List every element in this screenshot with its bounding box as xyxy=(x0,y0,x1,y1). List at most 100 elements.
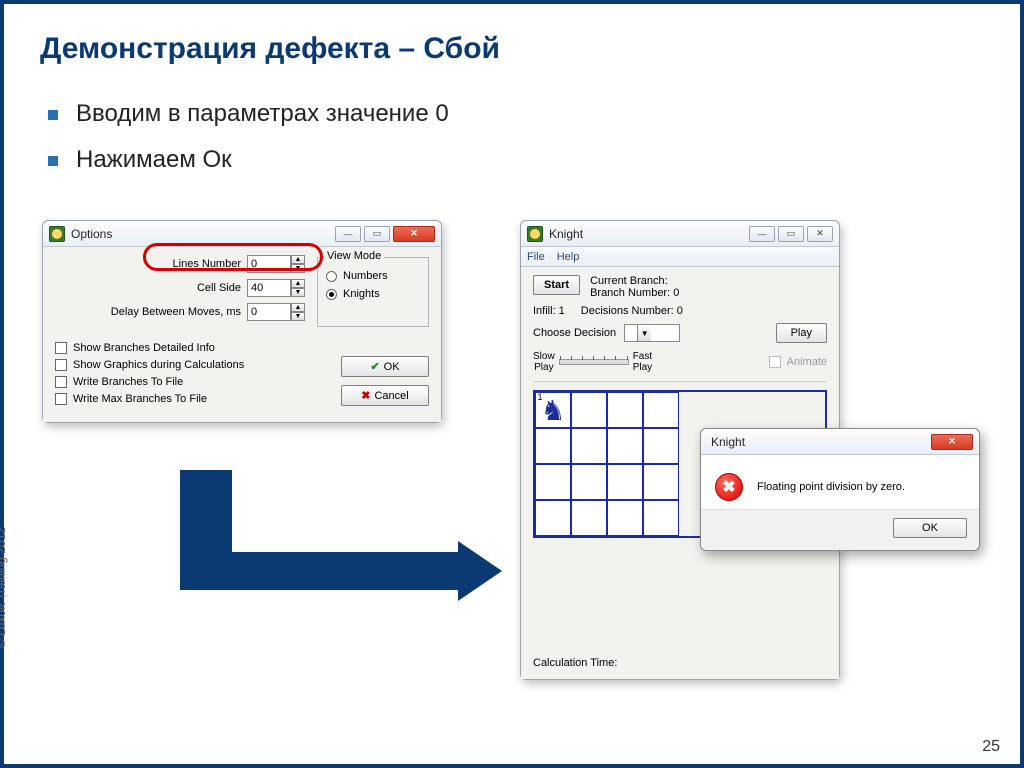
bullet-icon xyxy=(48,110,58,120)
error-message: Floating point division by zero. xyxy=(757,481,905,493)
bullet-text: Нажимаем Ок xyxy=(76,146,232,174)
choose-decision-combo[interactable]: ▼ xyxy=(624,324,680,342)
menu-help[interactable]: Help xyxy=(557,251,580,263)
cell-side-spinner[interactable]: ▲▼ xyxy=(247,279,305,297)
infill-label: Infill: 1 xyxy=(533,305,565,317)
chk-label: Write Max Branches To File xyxy=(73,393,207,405)
close-button[interactable]: ✕ xyxy=(807,226,833,242)
check-icon: ✔ xyxy=(370,360,379,373)
error-icon: ✖ xyxy=(715,473,743,501)
flow-arrow-icon xyxy=(180,470,500,670)
delay-label: Delay Between Moves, ms xyxy=(111,306,241,318)
cell-side-input[interactable] xyxy=(247,279,291,297)
maximize-button[interactable]: ▭ xyxy=(364,226,390,242)
copyright-text: © Luxoft Training 2012 xyxy=(0,527,8,648)
error-ok-button[interactable]: OK xyxy=(893,518,967,538)
cell-side-label: Cell Side xyxy=(197,282,241,294)
radio-knights[interactable]: Knights xyxy=(326,288,420,300)
chk-write-max[interactable]: Write Max Branches To File xyxy=(55,393,301,405)
spin-down-icon[interactable]: ▼ xyxy=(291,264,305,273)
error-title: Knight xyxy=(707,435,931,449)
spin-up-icon[interactable]: ▲ xyxy=(291,303,305,312)
menubar: File Help xyxy=(521,247,839,267)
delay-input[interactable] xyxy=(247,303,291,321)
lines-number-spinner[interactable]: ▲▼ xyxy=(247,255,305,273)
board-cell xyxy=(607,428,643,464)
choose-decision-label: Choose Decision xyxy=(533,327,616,339)
play-label: Play xyxy=(791,327,812,339)
maximize-button[interactable]: ▭ xyxy=(778,226,804,242)
spin-down-icon[interactable]: ▼ xyxy=(291,288,305,297)
radio-numbers[interactable]: Numbers xyxy=(326,270,420,282)
ok-label: OK xyxy=(384,361,400,373)
board-cell xyxy=(607,392,643,428)
spin-up-icon[interactable]: ▲ xyxy=(291,255,305,264)
cell-index: 1 xyxy=(537,392,542,402)
titlebar[interactable]: Options — ▭ ✕ xyxy=(43,221,441,247)
chevron-down-icon: ▼ xyxy=(637,325,651,341)
titlebar[interactable]: Knight ✕ xyxy=(701,429,979,455)
board-cell xyxy=(535,464,571,500)
calc-time-label: Calculation Time: xyxy=(533,657,617,669)
board-cell xyxy=(643,428,679,464)
board-cell xyxy=(571,428,607,464)
ok-button[interactable]: ✔ OK xyxy=(341,356,429,377)
board-cell xyxy=(535,428,571,464)
view-mode-label: View Mode xyxy=(324,250,384,262)
app-icon xyxy=(527,226,543,242)
chk-detailed-info[interactable]: Show Branches Detailed Info xyxy=(55,342,301,354)
start-label: Start xyxy=(544,279,569,291)
lines-number-label: Lines Number xyxy=(173,258,241,270)
board-cell: 1♞ xyxy=(535,392,571,428)
board-cell xyxy=(571,464,607,500)
options-window: Options — ▭ ✕ Lines Number ▲▼ Cell Side xyxy=(42,220,442,423)
board-cell xyxy=(535,500,571,536)
board-cell xyxy=(607,464,643,500)
spin-up-icon[interactable]: ▲ xyxy=(291,279,305,288)
bullet-icon xyxy=(48,156,58,166)
cancel-button[interactable]: ✖ Cancel xyxy=(341,385,429,406)
animate-label: Animate xyxy=(787,356,827,368)
radio-numbers-label: Numbers xyxy=(343,270,388,282)
bullet-list: Вводим в параметрах значение 0 Нажимаем … xyxy=(48,100,449,192)
board-cell xyxy=(571,392,607,428)
close-button[interactable]: ✕ xyxy=(931,434,973,450)
slow-play-label: Slow Play xyxy=(533,351,555,373)
page-number: 25 xyxy=(982,738,1000,756)
branch-number-label: Branch Number: 0 xyxy=(590,287,679,299)
chk-graphics[interactable]: Show Graphics during Calculations xyxy=(55,359,301,371)
minimize-button[interactable]: — xyxy=(749,226,775,242)
titlebar[interactable]: Knight — ▭ ✕ xyxy=(521,221,839,247)
x-icon: ✖ xyxy=(361,389,370,402)
current-branch-label: Current Branch: xyxy=(590,275,679,287)
ok-label: OK xyxy=(922,522,938,534)
knight-icon: ♞ xyxy=(540,394,565,427)
spin-down-icon[interactable]: ▼ xyxy=(291,312,305,321)
decisions-label: Decisions Number: 0 xyxy=(581,305,683,317)
minimize-button[interactable]: — xyxy=(335,226,361,242)
board-cell xyxy=(643,464,679,500)
radio-knights-label: Knights xyxy=(343,288,380,300)
app-icon xyxy=(49,226,65,242)
window-title: Options xyxy=(71,227,335,241)
cancel-label: Cancel xyxy=(374,390,408,402)
chk-label: Write Branches To File xyxy=(73,376,183,388)
chk-write-branches[interactable]: Write Branches To File xyxy=(55,376,301,388)
chk-label: Show Branches Detailed Info xyxy=(73,342,215,354)
lines-number-input[interactable] xyxy=(247,255,291,273)
window-title: Knight xyxy=(549,227,749,241)
slide-title: Демонстрация дефекта – Сбой xyxy=(40,32,500,66)
start-button[interactable]: Start xyxy=(533,275,580,295)
play-button[interactable]: Play xyxy=(776,323,827,343)
bullet-text: Вводим в параметрах значение 0 xyxy=(76,100,449,128)
speed-slider[interactable]: Slow Play Fast Play xyxy=(533,351,652,373)
close-button[interactable]: ✕ xyxy=(393,226,435,242)
board-cell xyxy=(643,500,679,536)
board-cell xyxy=(643,392,679,428)
fast-play-label: Fast Play xyxy=(633,351,652,373)
board-cell xyxy=(607,500,643,536)
menu-file[interactable]: File xyxy=(527,251,545,263)
delay-spinner[interactable]: ▲▼ xyxy=(247,303,305,321)
error-dialog: Knight ✕ ✖ Floating point division by ze… xyxy=(700,428,980,551)
chk-label: Show Graphics during Calculations xyxy=(73,359,244,371)
